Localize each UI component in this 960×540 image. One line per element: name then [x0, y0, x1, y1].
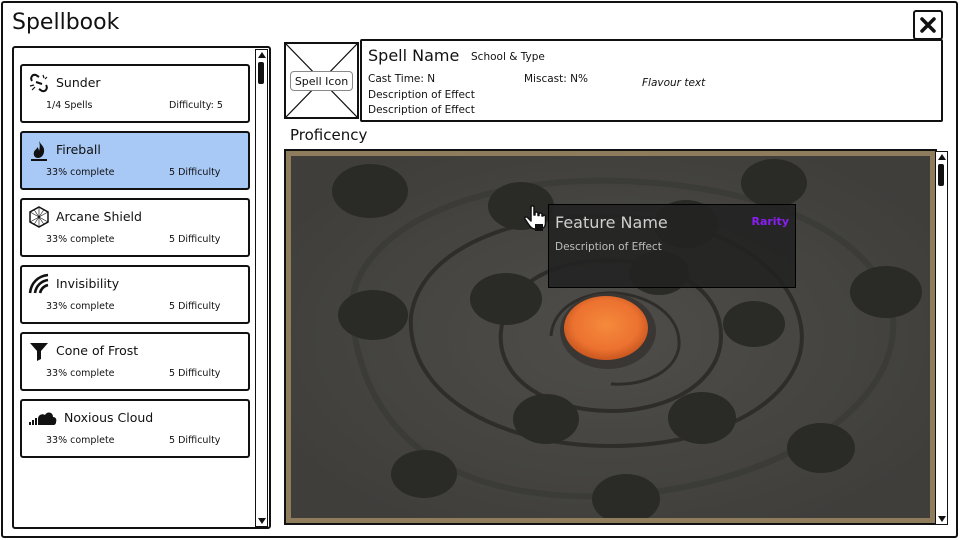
spell-name: Invisibility — [56, 276, 120, 291]
wind-icon — [28, 273, 50, 295]
spell-detail-school-type: School & Type — [471, 51, 545, 63]
scroll-up-arrow-icon[interactable] — [936, 152, 947, 162]
flame-icon — [28, 139, 50, 161]
spell-card-invisibility[interactable]: Invisibility 33% complete 5 Difficulty — [20, 265, 250, 324]
tooltip-description: Description of Effect — [555, 241, 662, 253]
proficiency-node[interactable] — [741, 159, 807, 207]
scroll-down-arrow-icon[interactable] — [936, 514, 947, 524]
proficiency-node[interactable] — [668, 392, 736, 444]
spell-card-sunder[interactable]: Sunder 1/4 Spells Difficulty: 5 — [20, 64, 250, 123]
spell-difficulty: Difficulty: 5 — [169, 100, 223, 111]
spell-list-panel: Sunder 1/4 Spells Difficulty: 5 Fireball… — [12, 46, 271, 529]
hexagon-shield-icon — [28, 206, 50, 228]
spell-progress: 33% complete — [46, 435, 115, 446]
scroll-thumb[interactable] — [938, 164, 944, 186]
scroll-thumb[interactable] — [258, 62, 264, 84]
spell-card-arcane-shield[interactable]: Arcane Shield 33% complete 5 Difficulty — [20, 198, 250, 257]
proficiency-scrollbar[interactable] — [935, 151, 948, 525]
spell-difficulty: 5 Difficulty — [169, 368, 221, 379]
spell-detail-description: Description of Effect — [368, 89, 475, 101]
scroll-down-arrow-icon[interactable] — [256, 516, 267, 526]
spell-difficulty: 5 Difficulty — [169, 435, 221, 446]
spell-progress: 33% complete — [46, 167, 115, 178]
proficiency-node[interactable] — [723, 301, 785, 347]
spell-icon-placeholder: Spell Icon — [284, 42, 359, 119]
close-icon — [919, 16, 937, 34]
spell-progress: 33% complete — [46, 368, 115, 379]
proficiency-node[interactable] — [787, 423, 855, 473]
tooltip-feature-name: Feature Name — [555, 213, 668, 232]
spell-name: Noxious Cloud — [64, 410, 154, 425]
proficiency-node[interactable] — [391, 450, 457, 498]
spell-name: Cone of Frost — [56, 343, 139, 358]
app-title: Spellbook — [12, 10, 120, 35]
proficiency-node[interactable] — [338, 290, 408, 340]
proficiency-node[interactable] — [470, 273, 542, 325]
funnel-icon — [28, 340, 50, 362]
proficiency-node[interactable] — [850, 266, 922, 318]
tooltip-rarity: Rarity — [751, 215, 789, 228]
spell-progress: 33% complete — [46, 301, 115, 312]
spell-difficulty: 5 Difficulty — [169, 234, 221, 245]
spell-detail-flavour: Flavour text — [642, 77, 706, 89]
proficiency-node[interactable] — [332, 164, 408, 218]
feature-tooltip: Feature Name Rarity Description of Effec… — [548, 204, 796, 288]
spell-progress: 33% complete — [46, 234, 115, 245]
proficiency-node[interactable] — [513, 394, 579, 444]
broken-chain-icon — [28, 72, 50, 94]
spell-card-cone-of-frost[interactable]: Cone of Frost 33% complete 5 Difficulty — [20, 332, 250, 391]
spell-name: Sunder — [56, 75, 101, 90]
spell-difficulty: 5 Difficulty — [169, 301, 221, 312]
spell-progress: 1/4 Spells — [46, 100, 93, 111]
spell-detail-miscast: Miscast: N% — [524, 73, 588, 85]
spell-name: Arcane Shield — [56, 209, 142, 224]
spell-list-scrollbar[interactable] — [255, 49, 268, 527]
proficiency-title: Proficency — [290, 126, 368, 144]
cloud-icon — [28, 407, 58, 429]
scroll-up-arrow-icon[interactable] — [256, 50, 267, 60]
hand-pointer-icon — [522, 204, 548, 232]
spell-detail-description: Description of Effect — [368, 104, 475, 116]
close-button[interactable] — [913, 10, 943, 40]
spell-icon-label: Spell Icon — [290, 71, 353, 91]
spell-card-noxious-cloud[interactable]: Noxious Cloud 33% complete 5 Difficulty — [20, 399, 250, 458]
spell-difficulty: 5 Difficulty — [169, 167, 221, 178]
spell-detail-cast-time: Cast Time: N — [368, 73, 436, 85]
spell-detail-name: Spell Name — [368, 46, 460, 65]
spell-name: Fireball — [56, 142, 101, 157]
spell-details-panel: Spell Name School & Type Cast Time: N Mi… — [360, 39, 943, 122]
core-node[interactable] — [564, 296, 648, 360]
spell-card-fireball[interactable]: Fireball 33% complete 5 Difficulty — [20, 131, 250, 190]
